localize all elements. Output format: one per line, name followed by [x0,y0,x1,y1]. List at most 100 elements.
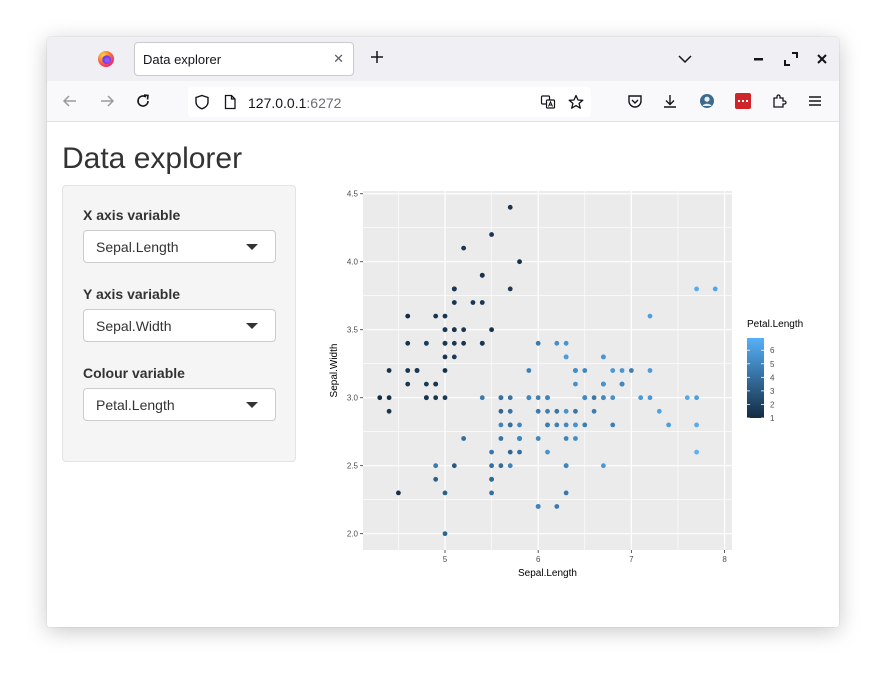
data-point [694,449,699,455]
page-title: Data explorer [62,142,243,175]
data-point [470,300,476,305]
reload-icon[interactable] [135,93,151,109]
data-point [694,422,699,428]
data-point [414,368,420,373]
close-window-icon[interactable] [814,51,830,67]
tab-bar: Data explorer ✕ [47,37,839,81]
x-axis-label: X axis variable [83,207,181,223]
data-point [498,422,504,428]
minimize-icon[interactable] [751,51,767,67]
new-tab-plus-icon[interactable] [367,47,387,67]
x-tick-label: 7 [629,555,634,564]
data-point [628,368,634,373]
data-point [405,381,411,387]
extension-red-icon[interactable] [735,93,751,109]
data-point [517,449,522,455]
data-point [666,422,672,428]
navigation-toolbar: 127.0.0.1:6272 [47,81,839,122]
firefox-logo-icon [98,51,114,67]
data-point [451,340,457,346]
data-point [563,408,569,414]
data-point [545,422,550,428]
x-axis-title: Sepal.Length [518,568,577,579]
y-tick-label: 2.5 [347,462,359,471]
data-point [433,463,439,469]
data-point [451,327,457,333]
data-point [535,340,541,346]
data-point [535,436,541,441]
bookmark-star-icon[interactable] [568,94,584,110]
back-arrow-icon[interactable] [62,93,78,109]
data-point [377,395,383,401]
shield-icon[interactable] [194,94,210,110]
chevron-down-icon[interactable] [677,51,693,67]
close-tab-icon[interactable]: ✕ [333,51,344,67]
account-avatar-icon[interactable] [699,93,715,109]
data-point [573,368,578,373]
data-point [601,354,606,360]
data-point [535,408,541,414]
data-point [386,368,392,373]
data-point [526,368,532,373]
data-point [601,381,606,387]
data-point [423,381,429,387]
data-point [535,504,541,509]
translate-icon[interactable] [540,94,556,110]
y-axis-title: Sepal.Width [329,344,340,398]
data-point [573,381,578,387]
colour-variable-select-value: Petal.Length [96,397,175,413]
colour-variable-select[interactable]: Petal.Length [83,388,276,421]
data-point [489,232,494,237]
data-point [489,463,494,469]
data-point [507,286,513,292]
hamburger-menu-icon[interactable] [807,93,823,109]
x-axis-select[interactable]: Sepal.Length [83,230,276,263]
legend-tick-label: 3 [770,387,775,396]
data-point [442,354,448,360]
data-point [694,286,699,292]
data-point [451,354,457,360]
data-point [489,449,494,455]
data-point [517,436,522,441]
data-point [396,490,401,496]
data-point [386,408,392,414]
pocket-icon[interactable] [627,93,643,109]
data-point [498,436,504,441]
forward-arrow-icon[interactable] [99,93,115,109]
data-point [647,313,653,319]
data-point [554,408,560,414]
tab-data-explorer[interactable]: Data explorer ✕ [134,42,354,76]
browser-window: Data explorer ✕ 127.0.0.1:6272 Data expl… [47,37,839,627]
page-content: Data explorer X axis variable Sepal.Leng… [47,122,839,627]
maximize-icon[interactable] [783,51,799,67]
x-tick-label: 8 [722,555,727,564]
data-point [461,436,467,441]
data-point [461,327,467,333]
data-point [451,463,457,469]
data-point [554,422,560,428]
data-point [433,395,439,401]
data-point [573,408,578,414]
y-axis-select[interactable]: Sepal.Width [83,309,276,342]
data-point [545,449,550,455]
url-bar[interactable]: 127.0.0.1:6272 [188,87,591,117]
url-text[interactable]: 127.0.0.1:6272 [248,95,341,111]
caret-down-icon [246,244,258,250]
data-point [433,381,439,387]
scatter-plot: 5 6 7 8 2.0 2.5 3.0 3.5 4.0 4.5 Sepal.Length Sepal.… [329,190,803,579]
data-point [535,395,541,401]
data-point [601,463,606,469]
data-point [591,408,597,414]
sidebar-panel: X axis variable Sepal.Length Y axis vari… [62,185,296,462]
extensions-puzzle-icon[interactable] [771,93,787,109]
y-tick-label: 3.5 [347,326,359,335]
data-point [461,245,467,251]
data-point [498,408,504,414]
download-icon[interactable] [662,93,678,109]
data-point [582,395,588,401]
y-axis-label: Y axis variable [83,286,181,302]
data-point [591,395,597,401]
y-axis-select-value: Sepal.Width [96,318,172,334]
data-point [442,531,448,537]
data-point [433,313,439,319]
